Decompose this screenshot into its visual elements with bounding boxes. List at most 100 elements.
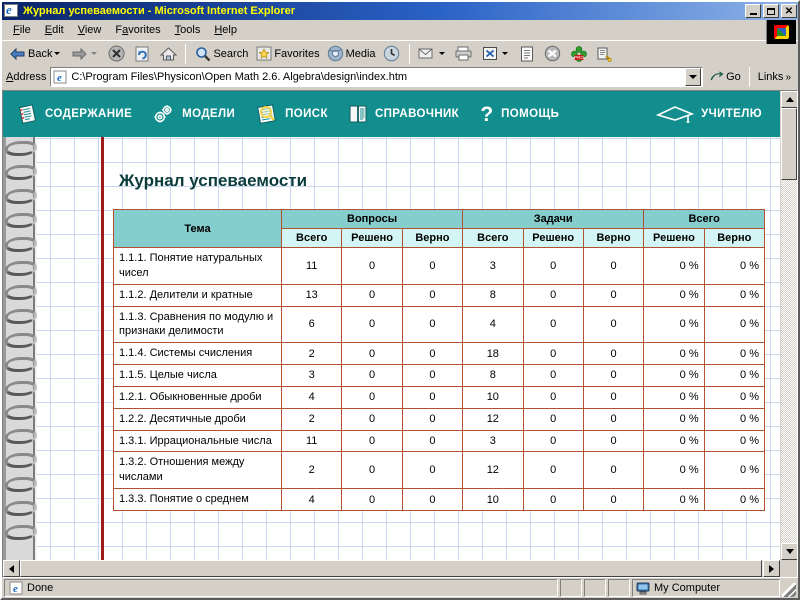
address-bar: Address e C:\Program Files\Physicon\Open… bbox=[2, 66, 798, 90]
cell-value: 0 bbox=[401, 385, 464, 409]
research-button[interactable] bbox=[592, 43, 618, 65]
status-zone-panel: My Computer bbox=[632, 579, 780, 597]
messenger-button[interactable] bbox=[540, 43, 566, 65]
refresh-icon bbox=[132, 44, 152, 64]
forward-dropdown-icon[interactable] bbox=[91, 52, 98, 55]
search-button[interactable]: Search bbox=[190, 43, 251, 65]
cell-value: 0 % bbox=[703, 305, 766, 344]
status-zone-text: My Computer bbox=[654, 582, 721, 594]
forward-button[interactable] bbox=[66, 43, 103, 65]
menu-item-tools[interactable]: Tools bbox=[168, 22, 208, 38]
site-nav-bar: СОДЕРЖАНИЕ МОДЕЛИ ПОИСК СПРАВОЧНИК ? ПОМ… bbox=[3, 91, 780, 137]
page-horizontal-scrollbar[interactable] bbox=[3, 560, 797, 577]
scrollbar-corner bbox=[780, 560, 797, 577]
media-button[interactable]: Media bbox=[323, 43, 379, 65]
col-header-q-solved: Решено bbox=[341, 228, 403, 248]
menu-item-file[interactable]: FFileile bbox=[6, 22, 38, 38]
home-button[interactable] bbox=[155, 43, 181, 65]
cell-value: 0 % bbox=[703, 364, 766, 387]
scroll-down-button[interactable] bbox=[781, 543, 797, 560]
cell-value: 0 bbox=[401, 488, 464, 511]
pro-button[interactable]: PRO bbox=[566, 43, 592, 65]
ie-icon[interactable] bbox=[4, 4, 20, 18]
question-mark-icon: ? bbox=[479, 103, 495, 125]
address-value: C:\Program Files\Physicon\Open Math 2.6.… bbox=[71, 71, 408, 83]
col-header-q-correct: Верно bbox=[401, 228, 464, 248]
cell-value: 0 bbox=[522, 364, 584, 387]
status-message-panel: e Done bbox=[4, 579, 558, 597]
favorites-button[interactable]: Favorites bbox=[251, 43, 322, 65]
research-icon bbox=[595, 44, 615, 64]
cell-value: 0 bbox=[582, 305, 645, 344]
discuss-button[interactable] bbox=[514, 43, 540, 65]
back-dropdown-icon[interactable] bbox=[54, 52, 61, 55]
cell-value: 3 bbox=[462, 247, 524, 285]
edit-dropdown-icon[interactable] bbox=[501, 52, 508, 55]
gears-icon bbox=[152, 103, 176, 125]
col-group-questions: Вопросы bbox=[280, 209, 464, 229]
table-row: 1.1.2. Делители и кратные 13 0 0 8 0 0 0 % 0 % bbox=[113, 283, 766, 307]
minimize-button[interactable] bbox=[745, 4, 761, 18]
horizontal-scroll-thumb[interactable] bbox=[20, 560, 762, 577]
favorites-icon bbox=[254, 44, 274, 64]
links-overflow-icon[interactable]: » bbox=[785, 72, 791, 83]
close-button[interactable]: ✕ bbox=[781, 4, 797, 18]
cell-value: 0 bbox=[522, 451, 584, 490]
nav-item-search[interactable]: ПОИСК bbox=[255, 103, 328, 125]
menu-item-help[interactable]: Help bbox=[207, 22, 244, 38]
print-button[interactable] bbox=[451, 43, 477, 65]
address-dropdown-button[interactable] bbox=[685, 68, 702, 86]
table-row: 1.3.3. Понятие о среднем 4 0 0 10 0 0 0 % 0 % bbox=[113, 488, 766, 511]
refresh-button[interactable] bbox=[129, 43, 155, 65]
address-input[interactable]: e C:\Program Files\Physicon\Open Math 2.… bbox=[50, 67, 704, 87]
address-separator bbox=[748, 67, 750, 87]
cell-value: 0 bbox=[341, 305, 403, 344]
nav-item-teacher[interactable]: УЧИТЕЛЮ bbox=[655, 102, 762, 126]
links-button[interactable]: Links » bbox=[753, 67, 796, 87]
nav-item-reference[interactable]: СПРАВОЧНИК bbox=[348, 103, 459, 125]
table-row: 1.2.1. Обыкновенные дроби 4 0 0 10 0 0 0 % 0 % bbox=[113, 385, 766, 409]
cell-value: 0 bbox=[522, 247, 584, 285]
back-button[interactable]: Back bbox=[5, 43, 66, 65]
nav-label-reference: СПРАВОЧНИК bbox=[374, 108, 460, 120]
cell-value: 4 bbox=[462, 305, 524, 344]
nav-item-help[interactable]: ? ПОМОЩЬ bbox=[479, 103, 559, 125]
scroll-right-button[interactable] bbox=[763, 560, 780, 577]
menu-item-favorites[interactable]: Favorites bbox=[108, 22, 167, 38]
cell-value: 0 bbox=[401, 407, 464, 431]
table-group-header-row: Тема Вопросы Задачи Всего bbox=[113, 209, 765, 248]
cell-value: 0 bbox=[582, 385, 645, 409]
resize-grip[interactable] bbox=[782, 583, 796, 597]
scroll-up-button[interactable] bbox=[781, 91, 797, 108]
horizontal-scroll-track[interactable] bbox=[20, 560, 763, 577]
menu-item-edit[interactable]: Edit bbox=[38, 22, 71, 38]
media-icon bbox=[326, 44, 346, 64]
go-button[interactable]: Go bbox=[703, 67, 746, 87]
mail-button[interactable] bbox=[414, 43, 451, 65]
mail-dropdown-icon[interactable] bbox=[438, 52, 445, 55]
history-button[interactable] bbox=[379, 43, 405, 65]
page-vertical-scrollbar[interactable] bbox=[780, 91, 797, 560]
scroll-left-button[interactable] bbox=[3, 560, 20, 577]
nav-item-models[interactable]: МОДЕЛИ bbox=[152, 103, 235, 125]
menu-item-view[interactable]: View bbox=[71, 22, 109, 38]
cell-topic: 1.2.2. Десятичные дроби bbox=[113, 407, 282, 431]
vertical-scroll-track[interactable] bbox=[781, 108, 797, 543]
edit-in-excel-button[interactable] bbox=[477, 43, 514, 65]
nav-label-models: МОДЕЛИ bbox=[182, 108, 236, 120]
vertical-scroll-thumb[interactable] bbox=[781, 108, 797, 180]
chevron-down-icon bbox=[785, 549, 794, 554]
maximize-button[interactable] bbox=[763, 4, 779, 18]
table-row: 1.1.3. Сравнения по модулю и признаки де… bbox=[113, 305, 766, 344]
cell-value: 0 % bbox=[643, 451, 705, 490]
nav-item-contents[interactable]: СОДЕРЖАНИЕ bbox=[17, 103, 132, 125]
menu-bar: FFileile Edit View Favorites Tools Help bbox=[2, 20, 798, 44]
col-group-tasks: Задачи bbox=[462, 209, 645, 229]
status-bar: e Done My Computer bbox=[2, 578, 798, 598]
cell-value: 3 bbox=[462, 429, 524, 453]
table-row: 1.1.5. Целые числа 3 0 0 8 0 0 0 % 0 % bbox=[113, 364, 766, 387]
notebook-margin-rule bbox=[101, 137, 104, 560]
stop-button[interactable] bbox=[103, 43, 129, 65]
cell-value: 0 % bbox=[643, 429, 705, 453]
cell-value: 0 % bbox=[703, 247, 766, 285]
